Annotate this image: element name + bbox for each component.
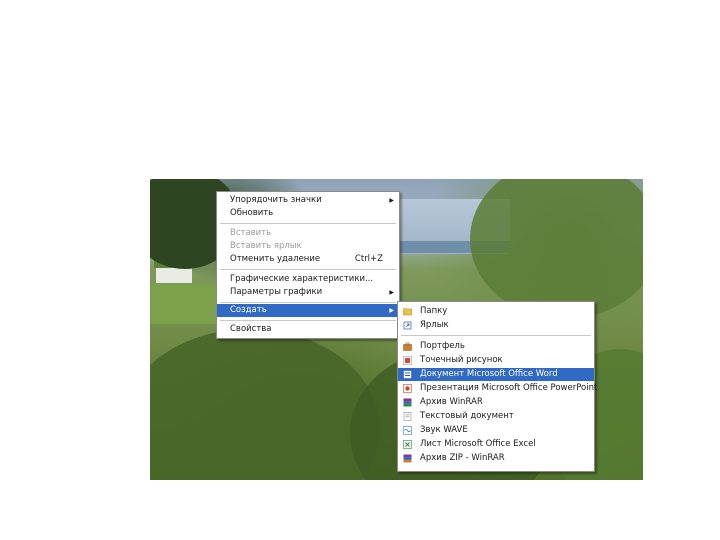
new-excel-sheet-item[interactable]: Лист Microsoft Office Excel [398,438,594,451]
new-word-document-item[interactable]: Документ Microsoft Office Word [398,368,594,381]
text-doc-icon [403,412,412,421]
new-wave-sound-item[interactable]: Звук WAVE [398,424,594,437]
menu-separator [220,269,396,270]
folder-icon [403,308,407,310]
menu-item-label: Обновить [230,208,274,218]
wallpaper-tree [150,329,380,480]
menu-item-label: Вставить [230,228,272,238]
zip-archive-icon [403,457,412,460]
submenu-item-label: Точечный рисунок [420,355,503,365]
text-doc-icon [405,416,410,418]
submenu-item-label: Звук WAVE [420,425,468,435]
new-briefcase-item[interactable]: Портфель [398,340,594,353]
menu-item-paste-shortcut[interactable]: Вставить ярлык [217,240,399,253]
rar-archive-icon [403,401,412,404]
submenu-item-label: Архив WinRAR [420,397,483,407]
powerpoint-icon [403,384,412,393]
briefcase-icon [403,342,412,351]
submenu-item-label: Архив ZIP - WinRAR [420,453,505,463]
menu-separator [220,302,396,303]
new-folder-item[interactable]: Папку [398,305,594,318]
bitmap-icon [403,356,412,365]
menu-item-arrange-icons[interactable]: Упорядочить значки ▶ [217,194,399,207]
menu-item-label: Параметры графики [230,287,323,297]
new-rar-archive-item[interactable]: Архив WinRAR [398,396,594,409]
menu-item-undo-delete[interactable]: Отменить удаление Ctrl+Z [217,253,399,266]
new-powerpoint-item[interactable]: Презентация Microsoft Office PowerPoint [398,382,598,395]
excel-sheet-icon [403,440,412,449]
new-shortcut-item[interactable]: Ярлык [398,319,594,332]
submenu-item-label: Портфель [420,341,465,351]
menu-item-shortcut: Ctrl+Z [354,254,383,264]
desktop-context-menu: Упорядочить значки ▶ Обновить Вставить В… [216,191,400,339]
zip-archive-icon [403,454,412,463]
word-doc-icon [405,372,410,374]
rar-archive-icon [403,398,412,402]
submenu-item-label: Ярлык [420,320,449,330]
wallpaper-field [150,284,220,324]
word-doc-icon [403,370,412,379]
new-zip-archive-item[interactable]: Архив ZIP - WinRAR [398,452,594,465]
wallpaper-house [154,260,194,283]
submenu-item-label: Текстовый документ [420,411,514,421]
menu-item-graphics-options[interactable]: Параметры графики ▶ [217,286,399,299]
menu-item-label: Отменить удаление [230,254,321,264]
submenu-arrow-icon: ▶ [389,289,394,296]
submenu-item-label: Папку [420,306,448,316]
menu-separator [401,335,591,336]
new-submenu: Папку Ярлык Портфель Точечный рисунок До… [397,301,598,472]
submenu-arrow-icon: ▶ [389,197,394,204]
submenu-item-label: Лист Microsoft Office Excel [420,439,536,449]
rar-archive-icon [403,398,412,407]
wallpaper-tree [470,179,643,319]
menu-item-graphics-properties[interactable]: Графические характеристики... [217,273,399,286]
folder-icon [403,308,412,316]
menu-separator [220,320,396,321]
submenu-item-label: Документ Microsoft Office Word [420,369,558,379]
text-doc-icon [405,414,410,416]
word-doc-icon [405,375,410,376]
wave-sound-icon [403,426,412,435]
zip-archive-icon [403,459,412,463]
shortcut-icon [403,321,412,330]
menu-item-label: Свойства [230,324,272,334]
new-bitmap-item[interactable]: Точечный рисунок [398,354,594,367]
briefcase-icon [405,342,410,346]
powerpoint-icon [405,386,410,391]
zip-archive-icon [403,454,412,458]
menu-item-label: Упорядочить значки [230,195,322,205]
briefcase-icon [403,344,412,351]
new-text-document-item[interactable]: Текстовый документ [398,410,594,423]
rar-archive-icon [403,403,412,407]
word-doc-icon [403,370,412,379]
submenu-item-label: Презентация Microsoft Office PowerPoint [420,383,598,393]
menu-item-paste[interactable]: Вставить [217,227,399,240]
menu-item-label: Создать [230,305,267,315]
menu-item-new[interactable]: Создать ▶ [217,304,399,317]
submenu-arrow-icon: ▶ [389,307,394,314]
menu-item-label: Вставить ярлык [230,241,302,251]
menu-item-refresh[interactable]: Обновить [217,207,399,220]
menu-item-properties[interactable]: Свойства [217,323,399,336]
menu-separator [220,223,396,224]
bitmap-icon [405,358,410,363]
menu-item-label: Графические характеристики... [230,274,374,284]
